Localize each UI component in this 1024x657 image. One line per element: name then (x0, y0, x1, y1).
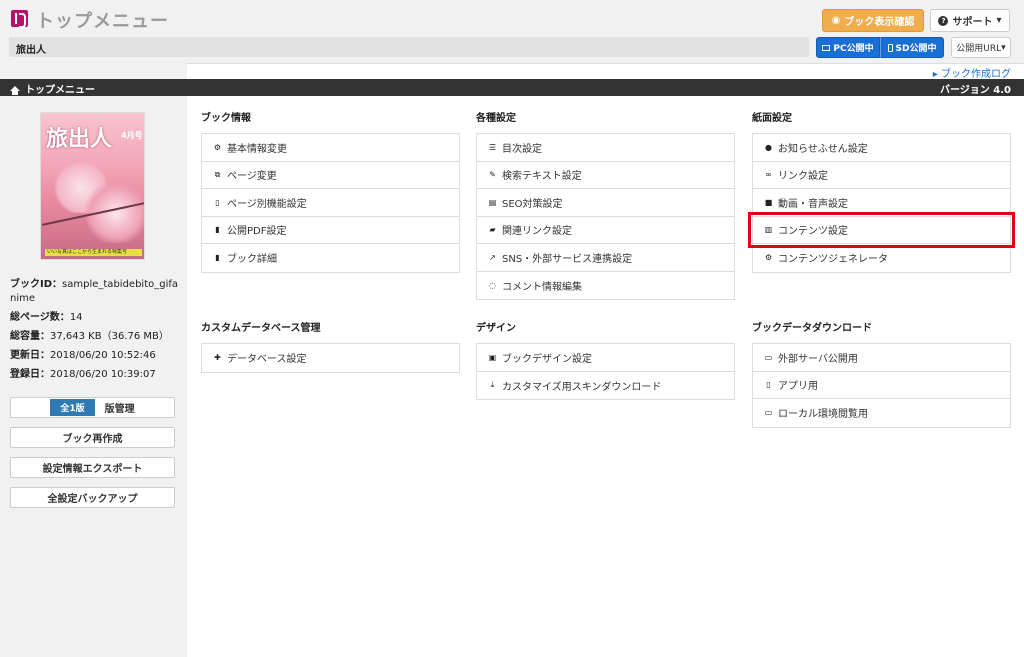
bar-chart-icon: ▤ (488, 197, 497, 207)
nav-bar: トップメニュー バージョン 4.0 (0, 79, 1024, 96)
menu-item-sns[interactable]: ↗ SNS・外部サービス連携設定 (477, 244, 734, 272)
breadcrumb[interactable]: トップメニュー (10, 81, 95, 96)
section-title: カスタムデータベース管理 (201, 323, 321, 334)
book-build-log-link[interactable]: ▸ ブック作成ログ (933, 65, 1011, 80)
public-url-dropdown[interactable]: 公開用URL ▾ (951, 37, 1011, 58)
download-icon: ⤓ (490, 380, 495, 390)
copy-icon: ⧉ (214, 169, 221, 179)
highlight-box (748, 212, 1015, 248)
image-icon: ▣ (488, 352, 497, 362)
total-pages: 総ページ数：14 (10, 312, 83, 323)
section-title: デザイン (476, 323, 516, 334)
registered-date: 登録日：2018/06/20 10:39:07 (10, 369, 156, 380)
menu-item-app[interactable]: ▯ アプリ用 (753, 372, 1010, 399)
menu-item-skin-download[interactable]: ⤓ カスタマイズ用スキンダウンロード (477, 372, 734, 400)
menu-list: ☰ 目次設定 ✎ 検索テキスト設定 ▤ SEO対策設定 ▰ 関連リンク設定 ↗ … (476, 133, 735, 300)
eye-icon: ◉ (831, 15, 841, 26)
hdd-icon: ▭ (764, 352, 773, 362)
section-book-info: ブック情報 ⚙ 基本情報変更 ⧉ ページ変更 ▯ ページ別機能設定 ▮ 公開PD… (201, 109, 460, 273)
link-icon: ∞ (765, 170, 772, 180)
updated-date: 更新日：2018/06/20 10:52:46 (10, 350, 156, 361)
menu-item-book-details[interactable]: ▮ ブック詳細 (202, 244, 459, 272)
laptop-icon: ▭ (764, 408, 773, 418)
comment-icon: ◌ (489, 280, 496, 290)
book-id: ブックID：sample_tabidebito_gifanime (10, 279, 179, 304)
menu-item-search-text[interactable]: ✎ 検索テキスト設定 (477, 162, 734, 189)
section-title: ブック情報 (201, 113, 251, 124)
menu-item-basic-info[interactable]: ⚙ 基本情報変更 (202, 134, 459, 162)
section-title: 各種設定 (476, 113, 516, 124)
section-custom-db: カスタムデータベース管理 ✚ データベース設定 (201, 319, 460, 373)
menu-item-seo[interactable]: ▤ SEO対策設定 (477, 189, 734, 217)
menu-item-notice[interactable]: ● お知らせふせん設定 (753, 134, 1010, 162)
menu-item-comments[interactable]: ◌ コメント情報編集 (477, 272, 734, 300)
file-filled-icon: ▮ (215, 225, 220, 235)
menu-list: ✚ データベース設定 (201, 343, 460, 373)
menu-item-page-change[interactable]: ⧉ ページ変更 (202, 162, 459, 189)
menu-item-pdf-settings[interactable]: ▮ 公開PDF設定 (202, 217, 459, 244)
menu-list: ● お知らせふせん設定 ∞ リンク設定 ■ 動画・音声設定 ▥ コンテンツ設定 … (752, 133, 1011, 273)
section-download: ブックデータダウンロード ▭ 外部サーバ公開用 ▯ アプリ用 ▭ ローカル環境閲… (752, 319, 1011, 428)
section-title: ブックデータダウンロード (752, 323, 872, 334)
version-manage-button[interactable]: 全1版 版管理 (10, 397, 175, 418)
menu-list: ▭ 外部サーバ公開用 ▯ アプリ用 ▭ ローカル環境閲覧用 (752, 343, 1011, 428)
menu-item-database-settings[interactable]: ✚ データベース設定 (202, 344, 459, 372)
menu-item-local-view[interactable]: ▭ ローカル環境閲覧用 (753, 399, 1010, 427)
main-content: ブック情報 ⚙ 基本情報変更 ⧉ ページ変更 ▯ ページ別機能設定 ▮ 公開PD… (187, 96, 1024, 657)
menu-list: ▣ ブックデザイン設定 ⤓ カスタマイズ用スキンダウンロード (476, 343, 735, 400)
menu-item-related-links[interactable]: ▰ 関連リンク設定 (477, 217, 734, 244)
file-text-icon: ▮ (215, 253, 220, 263)
book-view-button[interactable]: ◉ ブック表示確認 (822, 9, 924, 32)
info-icon: ● (765, 142, 772, 152)
question-icon: ? (938, 15, 949, 26)
sd-publish-button[interactable]: SD公開中 (880, 37, 944, 58)
version-label: バージョン 4.0 (940, 85, 1011, 96)
menu-item-content-generator[interactable]: ⚙ コンテンツジェネレータ (753, 244, 1010, 272)
support-button[interactable]: ? サポート ▾ (930, 9, 1010, 32)
video-camera-icon: ■ (764, 197, 773, 207)
mobile-icon: ▯ (766, 380, 771, 390)
total-size: 総容量：37,643 KB（36.76 MB） (10, 331, 169, 342)
menu-item-page-functions[interactable]: ▯ ページ別機能設定 (202, 189, 459, 217)
cover-strip: いい写真はここから生まれる特集号 (45, 249, 142, 256)
menu-item-toc[interactable]: ☰ 目次設定 (477, 134, 734, 162)
export-settings-button[interactable]: 設定情報エクスポート (10, 457, 175, 478)
menu-item-link-settings[interactable]: ∞ リンク設定 (753, 162, 1010, 189)
menu-list: ⚙ 基本情報変更 ⧉ ページ変更 ▯ ページ別機能設定 ▮ 公開PDF設定 ▮ … (201, 133, 460, 273)
edit-icon: ✎ (489, 170, 496, 180)
section-title: 紙面設定 (752, 113, 792, 124)
list-icon: ☰ (488, 142, 497, 152)
puzzle-icon: ✚ (214, 353, 221, 363)
caret-down-icon: ▾ (996, 15, 1002, 26)
home-icon (10, 86, 20, 95)
section-settings: 各種設定 ☰ 目次設定 ✎ 検索テキスト設定 ▤ SEO対策設定 ▰ 関連リンク… (476, 109, 735, 300)
smartphone-icon (887, 43, 893, 52)
book-name-bar: 旅出人 (9, 37, 809, 57)
cover-title: 旅出人 (46, 126, 113, 152)
file-icon: ▯ (215, 197, 220, 207)
section-design: デザイン ▣ ブックデザイン設定 ⤓ カスタマイズ用スキンダウンロード (476, 319, 735, 400)
cover-issue: 4月号 (121, 131, 143, 140)
monitor-icon (822, 44, 831, 51)
gears-icon: ⚙ (764, 253, 773, 263)
menu-item-book-design[interactable]: ▣ ブックデザイン設定 (477, 344, 734, 372)
log-bar: ▸ ブック作成ログ (187, 63, 1024, 80)
sidebar: 旅出人 4月号 いい写真はここから生まれる特集号 ブックID：sample_ta… (0, 96, 187, 657)
pc-publish-button[interactable]: PC公開中 (816, 37, 880, 58)
menu-item-external-server[interactable]: ▭ 外部サーバ公開用 (753, 344, 1010, 372)
app-logo-icon (11, 10, 28, 28)
rebuild-book-button[interactable]: ブック再作成 (10, 427, 175, 448)
book-icon: ▰ (489, 225, 496, 235)
gear-icon: ⚙ (213, 142, 222, 152)
version-badge: 全1版 (50, 399, 95, 416)
app-title: トップメニュー (36, 11, 169, 32)
caret-down-icon: ▾ (1001, 42, 1006, 53)
header: トップメニュー ◉ ブック表示確認 ? サポート ▾ 旅出人 PC公開中 SD公… (0, 0, 1024, 63)
backup-all-button[interactable]: 全設定バックアップ (10, 487, 175, 508)
book-cover-thumbnail[interactable]: 旅出人 4月号 いい写真はここから生まれる特集号 (40, 112, 145, 260)
share-icon: ↗ (489, 252, 496, 262)
